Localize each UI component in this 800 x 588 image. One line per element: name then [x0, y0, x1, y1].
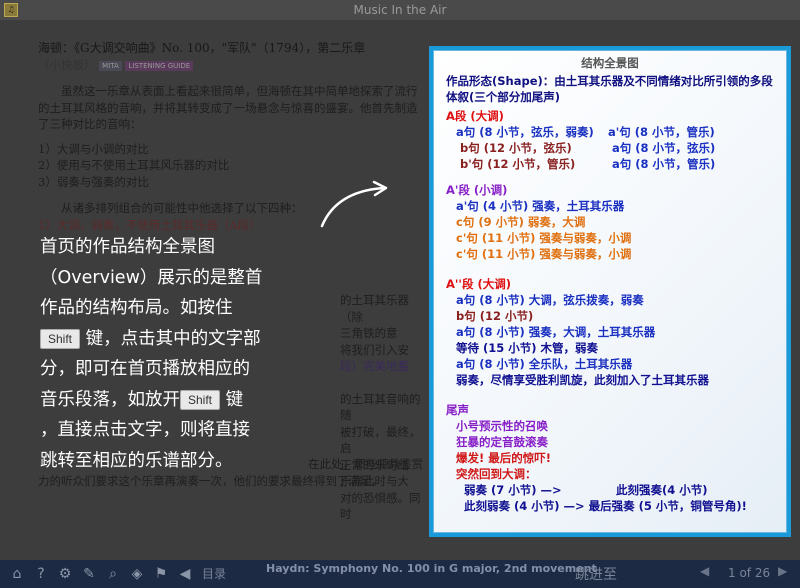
- phrase-row[interactable]: a句 (8 小节) 大调，弦乐拨奏，弱奏: [446, 292, 774, 308]
- phrase-row[interactable]: a句 (8 小节) 强奏，大调，土耳其乐器: [446, 324, 774, 340]
- list-item: 1）大调与小调的对比: [38, 141, 149, 156]
- coda-row[interactable]: 爆发! 最后的惊吓!: [446, 450, 774, 466]
- list-item: 2）使用与不使用土耳其风乐器的对比: [38, 158, 230, 172]
- pencil-icon[interactable]: ✎: [80, 565, 98, 583]
- window-title: Music In the Air: [353, 3, 447, 17]
- phrase-row[interactable]: c'句 (11 小节) 强奏与弱奏，小调: [446, 246, 774, 262]
- coda-row[interactable]: 此刻弱奏 (4 小节) —> 最后强奏 (5 小节，铜管号角)!: [446, 498, 774, 514]
- doc-title: 海顿：《G大调交响曲》No. 100，"军队"（1794），第二乐章: [38, 41, 366, 55]
- page-indicator: 1 of 26: [728, 566, 771, 580]
- previous-page-icon[interactable]: ◀: [700, 564, 709, 578]
- phrase-row[interactable]: a'句 (4 小节) 强奏，土耳其乐器: [446, 198, 774, 214]
- phrase-row[interactable]: b句 (12 小节): [446, 308, 774, 324]
- home-icon[interactable]: ⌂: [8, 565, 26, 583]
- section-a2-heading[interactable]: A''段 (大调): [446, 276, 774, 292]
- doc-paragraph: 虽然这一乐章从表面上看起来很简单，但海顿在其中简单地探索了流行的土耳其风格的音响…: [38, 84, 418, 131]
- next-page-icon[interactable]: ▶: [778, 564, 787, 578]
- phrase-row[interactable]: c'句 (11 小节) 强奏与弱奏，小调: [446, 230, 774, 246]
- pointer-arrow-icon: [320, 180, 388, 228]
- panel-title: 结构全景图: [581, 56, 639, 70]
- gear-icon[interactable]: ⚙: [56, 565, 74, 583]
- phrase-row[interactable]: c句 (9 小节) 弱奏，大调: [446, 214, 774, 230]
- listening-guide-badge[interactable]: LISTENING GUIDE: [125, 60, 194, 71]
- shift-key-icon: Shift: [180, 389, 221, 410]
- phrase-row[interactable]: a句 (8 小节) 全乐队，土耳其乐器: [446, 356, 774, 372]
- track-caption: Haydn: Symphony No. 100 in G major, 2nd …: [266, 562, 597, 575]
- tag-icon[interactable]: ◈: [128, 565, 146, 583]
- coda-return[interactable]: 突然回到大调：: [446, 466, 774, 482]
- shape-description[interactable]: 作品形态(Shape)：由土耳其乐器及不同情绪对比所引领的多段体叙(三个部分加尾…: [446, 73, 774, 105]
- phrase-row[interactable]: a句 (8 小节，弦乐，弱奏) a'句 (8 小节，管乐): [446, 124, 774, 140]
- phrase-row[interactable]: b'句 (12 小节，管乐) a句 (8 小节，管乐): [446, 156, 774, 172]
- mita-badge[interactable]: MITA: [99, 60, 122, 71]
- section-a1-heading[interactable]: A'段 (小调): [446, 182, 774, 198]
- bottom-toolbar: ⌂ ? ⚙ ✎ ⌕ ◈ ⚑ ◀ 目录 Haydn: Symphony No. 1…: [0, 560, 800, 588]
- contents-link[interactable]: 目录: [202, 565, 226, 582]
- toolbar-icons: ⌂ ? ⚙ ✎ ⌕ ◈ ⚑ ◀: [8, 565, 194, 583]
- help-icon[interactable]: ?: [32, 565, 50, 583]
- coda-heading[interactable]: 尾声: [446, 402, 774, 418]
- doc-subtitle: （小快板） MITA LISTENING GUIDE: [38, 57, 423, 74]
- title-bar: ♫ Music In the Air: [0, 0, 800, 20]
- phrase-row[interactable]: b句 (12 小节，弦乐) a句 (8 小节，弦乐): [446, 140, 774, 156]
- search-icon[interactable]: ⌕: [104, 565, 122, 583]
- phrase-row[interactable]: 弱奏，尽情享受胜利凯旋，此刻加入了土耳其乐器: [446, 372, 774, 388]
- shift-key-icon: Shift: [40, 328, 81, 349]
- app-icon: ♫: [4, 3, 18, 17]
- phrase-row[interactable]: 等待 (15 小节) 木管，弱奏: [446, 340, 774, 356]
- coda-row[interactable]: 狂暴的定音鼓滚奏: [446, 434, 774, 450]
- flag-icon[interactable]: ⚑: [152, 565, 170, 583]
- jump-to-button[interactable]: 跳进至: [575, 564, 617, 584]
- coda-row[interactable]: 弱奏 (7 小节) —> 此刻强奏(4 小节): [446, 482, 774, 498]
- section-a-heading[interactable]: A段 (大调): [446, 108, 774, 124]
- coda-row[interactable]: 小号预示性的召唤: [446, 418, 774, 434]
- structure-overview-panel: 结构全景图 作品形态(Shape)：由土耳其乐器及不同情绪对比所引领的多段体叙(…: [429, 46, 791, 537]
- overview-tutorial-text: 首页的作品结构全景图 （Overview）展示的是整首 作品的结构布局。如按住 …: [40, 237, 263, 471]
- sound-icon[interactable]: ◀: [176, 565, 194, 583]
